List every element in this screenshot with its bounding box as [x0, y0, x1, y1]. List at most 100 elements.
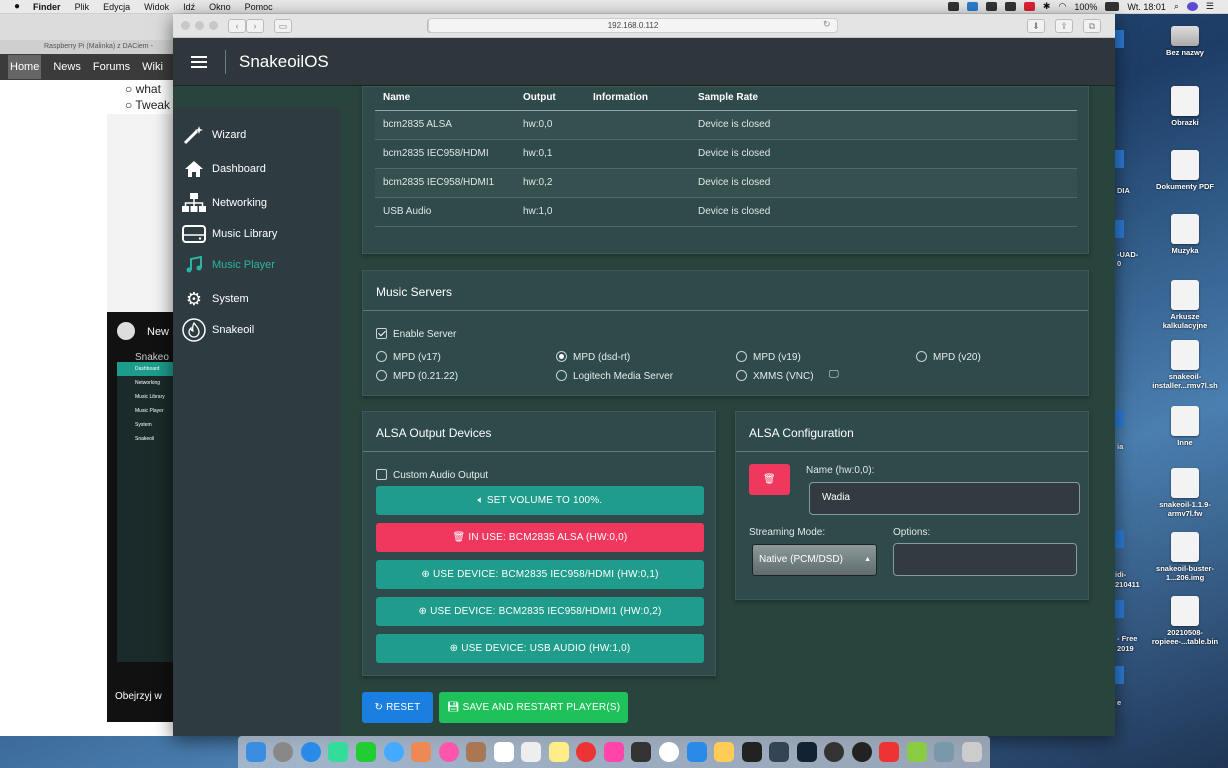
sidebar-item-networking[interactable]: Networking [173, 186, 340, 220]
app-icon[interactable] [906, 742, 927, 762]
zoom-window-icon[interactable] [209, 21, 218, 30]
radio-mpd-0-21-22[interactable]: MPD (0.21.22) [376, 370, 458, 382]
bg-nav-news[interactable]: News [53, 61, 81, 73]
battery-icon[interactable] [1105, 2, 1120, 11]
app-brand[interactable]: SnakeoilOS [239, 52, 329, 72]
trash-icon[interactable] [961, 742, 982, 762]
battery-level[interactable]: 100% [1074, 2, 1097, 12]
desktop-icon-partial[interactable] [1114, 600, 1124, 618]
minimize-window-icon[interactable] [195, 21, 204, 30]
browser-window[interactable]: ‹ › ▭ ◐ 192.168.0.112 ↻ ⬇ ⇪ ⧉ SnakeoilOS… [173, 14, 1115, 736]
desktop-icon[interactable]: Arkusze kalkulacyjne [1150, 280, 1220, 330]
tabs-icon[interactable]: ⧉ [1083, 18, 1101, 33]
radio-mpd-v17[interactable]: MPD (v17) [376, 351, 441, 363]
mail-icon[interactable] [328, 742, 349, 762]
bg-nav-wiki[interactable]: Wiki [142, 61, 163, 73]
radio-xmms-vnc[interactable]: XMMS (VNC) [736, 370, 814, 382]
custom-audio-output-checkbox[interactable]: Custom Audio Output [376, 469, 488, 481]
apple-icon[interactable]: ● [0, 1, 26, 12]
close-window-icon[interactable] [181, 21, 190, 30]
download-icon[interactable]: ⬇ [1027, 18, 1045, 33]
delete-config-button[interactable]: 🗑︎ [749, 464, 790, 495]
desktop-icon-partial[interactable] [1114, 530, 1124, 548]
set-volume-button[interactable]: 🔈︎ SET VOLUME TO 100%. [376, 486, 704, 515]
desktop-icon-partial[interactable] [1114, 150, 1124, 168]
device-name-input[interactable]: Wadia [809, 482, 1080, 515]
options-input[interactable] [893, 543, 1077, 576]
bluetooth-icon[interactable]: ✱ [1043, 1, 1051, 12]
radio-mpd-dsd-rt[interactable]: MPD (dsd-rt) [556, 351, 630, 363]
desktop-icon[interactable]: Obrazki [1150, 86, 1220, 128]
desktop-icon[interactable]: Bez nazwy [1150, 20, 1220, 58]
hamburger-menu-icon[interactable] [191, 53, 207, 71]
desktop-icon-partial[interactable] [1114, 666, 1124, 684]
photos-icon[interactable] [438, 742, 459, 762]
status-icon[interactable] [966, 2, 978, 11]
address-bar[interactable]: 192.168.0.112 [428, 18, 838, 33]
desktop-icon-partial[interactable] [1114, 30, 1124, 48]
in-use-device-button[interactable]: 🗑︎ IN USE: BCM2835 ALSA (HW:0,0) [376, 523, 704, 552]
enable-server-checkbox[interactable]: Enable Server [376, 328, 456, 340]
app-icon[interactable] [851, 742, 872, 762]
sidebar-item-system[interactable]: ⚙ System [173, 282, 340, 316]
menu-go[interactable]: Idź [176, 2, 202, 12]
roon-icon[interactable] [658, 742, 679, 762]
menu-window[interactable]: Okno [202, 2, 238, 12]
radio-mpd-v19[interactable]: MPD (v19) [736, 351, 801, 363]
facetime-icon[interactable] [355, 742, 376, 762]
forward-icon[interactable]: › [246, 18, 264, 33]
app-icon[interactable] [796, 742, 817, 762]
menu-finder[interactable]: Finder [26, 2, 68, 12]
launchpad-icon[interactable] [273, 742, 294, 762]
menu-view[interactable]: Widok [137, 2, 176, 12]
maps-icon[interactable] [411, 742, 432, 762]
desktop-icon[interactable]: snakeoil-1.1.9-armv7l.fw [1150, 468, 1220, 518]
reload-icon[interactable]: ↻ [823, 19, 831, 30]
app-icon[interactable] [714, 742, 735, 762]
menu-help[interactable]: Pomoc [238, 2, 280, 12]
bg-video-footer[interactable]: Obejrzyj w [115, 691, 162, 702]
radio-logitech-media-server[interactable]: Logitech Media Server [556, 370, 673, 382]
background-browser-window[interactable]: Raspberry Pi (Malinka) z DACiem - Home N… [0, 14, 175, 736]
app-icon[interactable] [824, 742, 845, 762]
sidebar-item-dashboard[interactable]: Dashboard [173, 152, 340, 186]
status-icon[interactable] [1004, 2, 1016, 11]
streaming-mode-select[interactable]: Native (PCM/DSD) ▲ [752, 544, 877, 576]
menu-file[interactable]: Plik [68, 2, 97, 12]
use-device-hdmi-button[interactable]: ⊕ USE DEVICE: BCM2835 IEC958/HDMI (HW:0,… [376, 560, 704, 589]
share-icon[interactable]: ⇪ [1055, 18, 1073, 33]
app-icon[interactable] [576, 742, 597, 762]
sidebar-item-wizard[interactable]: Wizard [173, 118, 340, 152]
app-icon[interactable] [934, 742, 955, 762]
bg-video[interactable]: New Snakeo Dashboard Networking Music Li… [107, 312, 175, 722]
app-store-icon[interactable] [686, 742, 707, 762]
bg-nav-forums[interactable]: Forums [93, 61, 130, 73]
contacts-icon[interactable] [466, 742, 487, 762]
reminders-icon[interactable] [521, 742, 542, 762]
calendar-icon[interactable] [493, 742, 514, 762]
clock[interactable]: Wt. 18:01 [1127, 2, 1166, 12]
menu-edit[interactable]: Edycja [96, 2, 137, 12]
messages-icon[interactable] [383, 742, 404, 762]
desktop-icon[interactable]: snakeoil-buster-1...206.img [1150, 532, 1220, 582]
siri-icon[interactable] [1186, 2, 1198, 11]
use-device-hdmi1-button[interactable]: ⊕ USE DEVICE: BCM2835 IEC958/HDMI1 (HW:0… [376, 597, 704, 626]
finder-icon[interactable] [245, 742, 266, 762]
desktop-icon[interactable]: Inne [1150, 406, 1220, 448]
status-icon[interactable] [947, 2, 959, 11]
back-icon[interactable]: ‹ [228, 18, 246, 33]
status-icon[interactable] [985, 2, 997, 11]
desktop-icon[interactable]: 20210508-ropieee-...table.bin [1150, 596, 1220, 646]
bg-nav-home[interactable]: Home [8, 55, 42, 79]
flag-icon[interactable] [1023, 2, 1035, 11]
monitor-icon[interactable]: 🖵 [829, 369, 839, 380]
sidebar-item-music-library[interactable]: Music Library [173, 220, 340, 248]
sidebar-item-snakeoil[interactable]: Snakeoil [173, 316, 340, 344]
sidebar-item-music-player[interactable]: Music Player [173, 248, 340, 282]
app-icon[interactable] [879, 742, 900, 762]
app-icon[interactable] [741, 742, 762, 762]
save-restart-button[interactable]: 💾︎ SAVE AND RESTART PLAYER(S) [439, 692, 628, 723]
radio-mpd-v20[interactable]: MPD (v20) [916, 351, 981, 363]
notification-center-icon[interactable]: ☰ [1206, 1, 1214, 12]
app-icon[interactable] [769, 742, 790, 762]
